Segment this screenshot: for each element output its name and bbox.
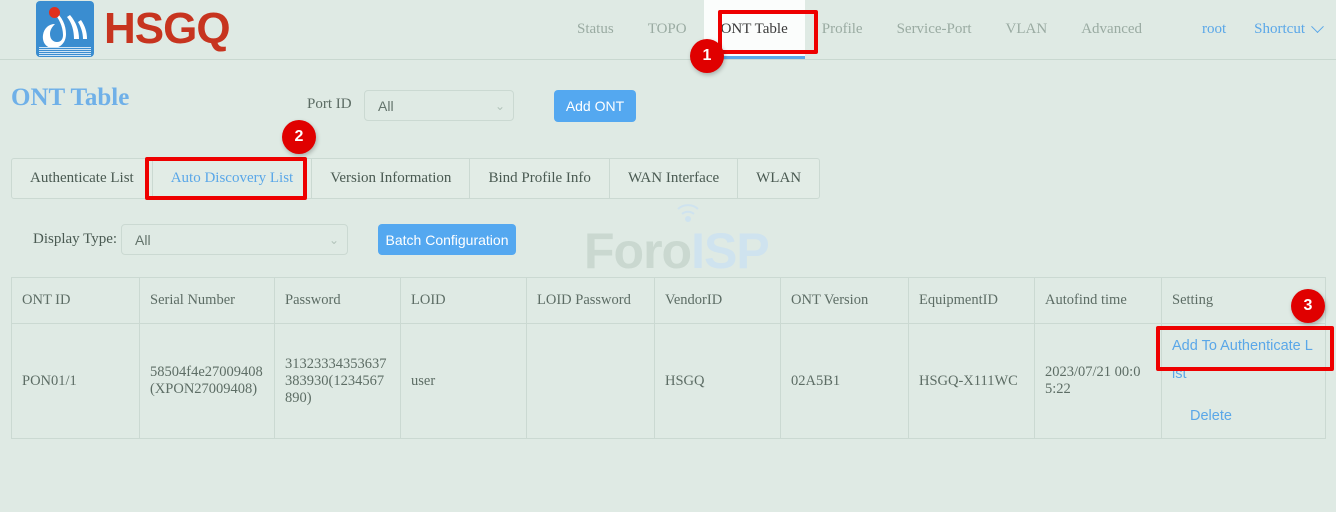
antenna-icon: [671, 204, 705, 226]
column-header-ont-id[interactable]: ONT ID: [12, 278, 140, 324]
column-header-loid-password[interactable]: LOID Password: [527, 278, 655, 324]
display-type-value: All: [122, 232, 321, 248]
display-type-select[interactable]: All ⌄: [121, 224, 348, 255]
logo-stripes-icon: [39, 47, 91, 55]
nav-item-advanced[interactable]: Advanced: [1064, 0, 1159, 59]
nav-item-service-port[interactable]: Service-Port: [880, 0, 989, 59]
logo-dot-icon: [49, 7, 60, 18]
shortcut-link[interactable]: Shortcut: [1240, 21, 1319, 38]
annotation-badge-2: 2: [282, 120, 316, 154]
cell-serial-number: 58504f4e27009408(XPON27009408): [140, 324, 275, 439]
nav-item-profile[interactable]: Profile: [805, 0, 880, 59]
annotation-badge-1: 1: [690, 39, 724, 73]
app-header: HSGQ Status TOPO ONT Table Profile Servi…: [0, 0, 1336, 60]
ont-auto-discovery-table: ONT ID Serial Number Password LOID LOID …: [11, 277, 1326, 439]
cell-vendor-id: HSGQ: [655, 324, 781, 439]
table-header-row: ONT ID Serial Number Password LOID LOID …: [12, 278, 1326, 324]
annotation-badge-3: 3: [1291, 289, 1325, 323]
page-title: ONT Table: [11, 84, 129, 112]
user-link[interactable]: root: [1188, 21, 1240, 38]
tab-version-information[interactable]: Version Information: [312, 159, 470, 198]
chevron-down-icon: ⌄: [321, 233, 347, 247]
tab-authenticate-list[interactable]: Authenticate List: [12, 159, 153, 198]
tab-wan-interface[interactable]: WAN Interface: [610, 159, 738, 198]
add-ont-button[interactable]: Add ONT: [554, 90, 636, 122]
port-id-select[interactable]: All ⌄: [364, 90, 514, 121]
cell-ont-id: PON01/1: [12, 324, 140, 439]
nav-item-status[interactable]: Status: [560, 0, 631, 59]
cell-loid-password: [527, 324, 655, 439]
brand-name: HSGQ: [104, 1, 230, 57]
column-header-equipment-id[interactable]: EquipmentID: [909, 278, 1035, 324]
table-row[interactable]: PON01/1 58504f4e27009408(XPON27009408) 3…: [12, 324, 1326, 439]
delete-link[interactable]: Delete: [1190, 402, 1315, 430]
watermark-text-foro: Foro: [584, 223, 691, 279]
column-header-ont-version[interactable]: ONT Version: [781, 278, 909, 324]
main-nav: Status TOPO ONT Table Profile Service-Po…: [560, 0, 1159, 59]
cell-autofind-time: 2023/07/21 00:05:22: [1035, 324, 1162, 439]
port-id-label: Port ID: [307, 96, 352, 113]
header-user-area: root Shortcut: [1188, 0, 1322, 59]
cell-ont-version: 02A5B1: [781, 324, 909, 439]
tab-bind-profile-info[interactable]: Bind Profile Info: [470, 159, 610, 198]
tab-wlan[interactable]: WLAN: [738, 159, 819, 198]
cell-loid: user: [401, 324, 527, 439]
tab-auto-discovery-list[interactable]: Auto Discovery List: [153, 159, 312, 198]
brand-logo[interactable]: HSGQ: [36, 1, 230, 57]
column-header-password[interactable]: Password: [275, 278, 401, 324]
cell-password: 31323334353637383930(1234567890): [275, 324, 401, 439]
foroisp-watermark: ForoISP: [584, 222, 769, 280]
app-root: HSGQ Status TOPO ONT Table Profile Servi…: [0, 0, 1336, 512]
port-id-value: All: [365, 98, 487, 114]
chevron-down-icon: ⌄: [487, 99, 513, 113]
column-header-vendor-id[interactable]: VendorID: [655, 278, 781, 324]
add-to-authenticate-list-link[interactable]: Add To Authenticate List: [1172, 332, 1315, 388]
ont-table-tabs: Authenticate List Auto Discovery List Ve…: [11, 158, 820, 199]
cell-equipment-id: HSGQ-X111WC: [909, 324, 1035, 439]
display-type-label: Display Type:: [33, 231, 117, 248]
watermark-text-isp: ISP: [691, 223, 769, 279]
column-header-autofind-time[interactable]: Autofind time: [1035, 278, 1162, 324]
cell-setting: Add To Authenticate List Delete: [1162, 324, 1326, 439]
batch-configuration-button[interactable]: Batch Configuration: [378, 224, 516, 255]
hsgq-logo-icon: [36, 1, 94, 57]
column-header-loid[interactable]: LOID: [401, 278, 527, 324]
nav-item-vlan[interactable]: VLAN: [989, 0, 1065, 59]
column-header-serial-number[interactable]: Serial Number: [140, 278, 275, 324]
